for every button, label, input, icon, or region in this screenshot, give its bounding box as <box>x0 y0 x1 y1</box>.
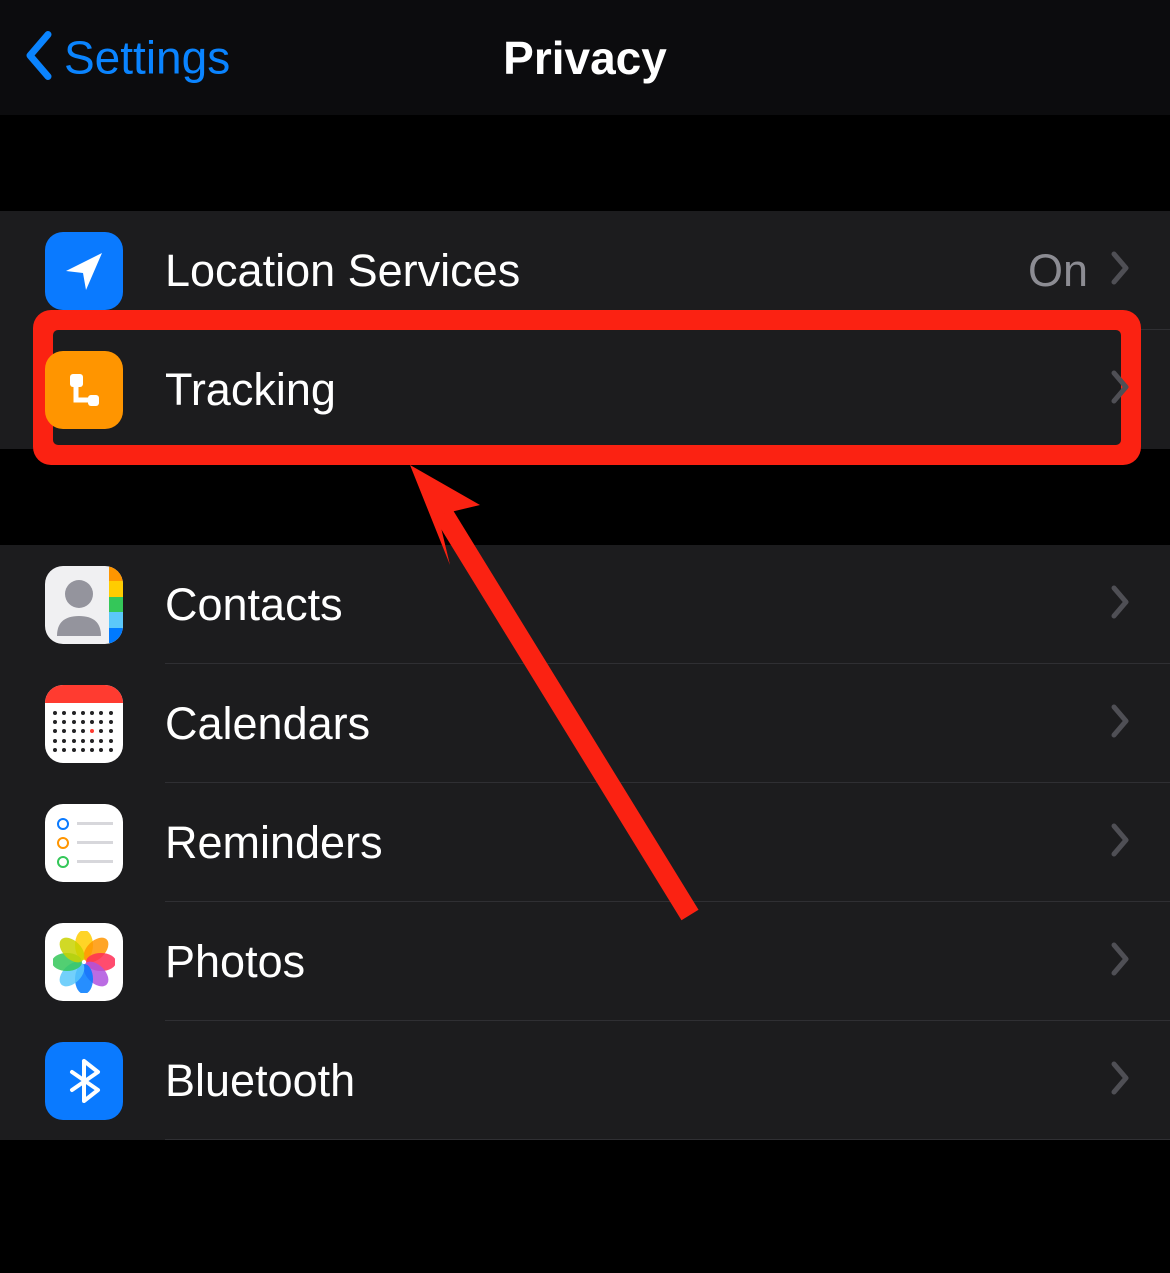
calendar-icon <box>45 685 123 763</box>
row-contacts[interactable]: Contacts <box>0 545 1170 664</box>
row-calendars[interactable]: Calendars <box>0 664 1170 783</box>
row-label: Bluetooth <box>165 1055 1110 1107</box>
row-label: Contacts <box>165 579 1110 631</box>
chevron-right-icon <box>1110 250 1130 291</box>
chevron-right-icon <box>1110 584 1130 625</box>
chevron-right-icon <box>1110 369 1130 410</box>
row-label: Reminders <box>165 817 1110 869</box>
section-spacer <box>0 449 1170 545</box>
row-label: Tracking <box>165 364 1110 416</box>
row-bluetooth[interactable]: Bluetooth <box>0 1021 1170 1140</box>
nav-bar: Settings Privacy <box>0 0 1170 115</box>
row-label: Location Services <box>165 245 1028 297</box>
page-title: Privacy <box>503 31 667 85</box>
bluetooth-icon <box>45 1042 123 1120</box>
row-divider <box>165 1139 1170 1140</box>
chevron-left-icon <box>24 30 54 85</box>
back-button[interactable]: Settings <box>24 30 230 85</box>
settings-group-1: Location Services On Tracking <box>0 211 1170 449</box>
row-reminders[interactable]: Reminders <box>0 783 1170 902</box>
row-label: Photos <box>165 936 1110 988</box>
photos-icon <box>45 923 123 1001</box>
row-location-services[interactable]: Location Services On <box>0 211 1170 330</box>
row-tracking[interactable]: Tracking <box>0 330 1170 449</box>
reminders-icon <box>45 804 123 882</box>
row-photos[interactable]: Photos <box>0 902 1170 1021</box>
location-arrow-icon <box>45 232 123 310</box>
chevron-right-icon <box>1110 703 1130 744</box>
chevron-right-icon <box>1110 1060 1130 1101</box>
row-value: On <box>1028 245 1088 297</box>
section-spacer <box>0 115 1170 211</box>
tracking-icon <box>45 351 123 429</box>
chevron-right-icon <box>1110 941 1130 982</box>
settings-group-2: Contacts Calendars <box>0 545 1170 1140</box>
row-label: Calendars <box>165 698 1110 750</box>
contacts-icon <box>45 566 123 644</box>
chevron-right-icon <box>1110 822 1130 863</box>
back-label: Settings <box>64 31 230 85</box>
